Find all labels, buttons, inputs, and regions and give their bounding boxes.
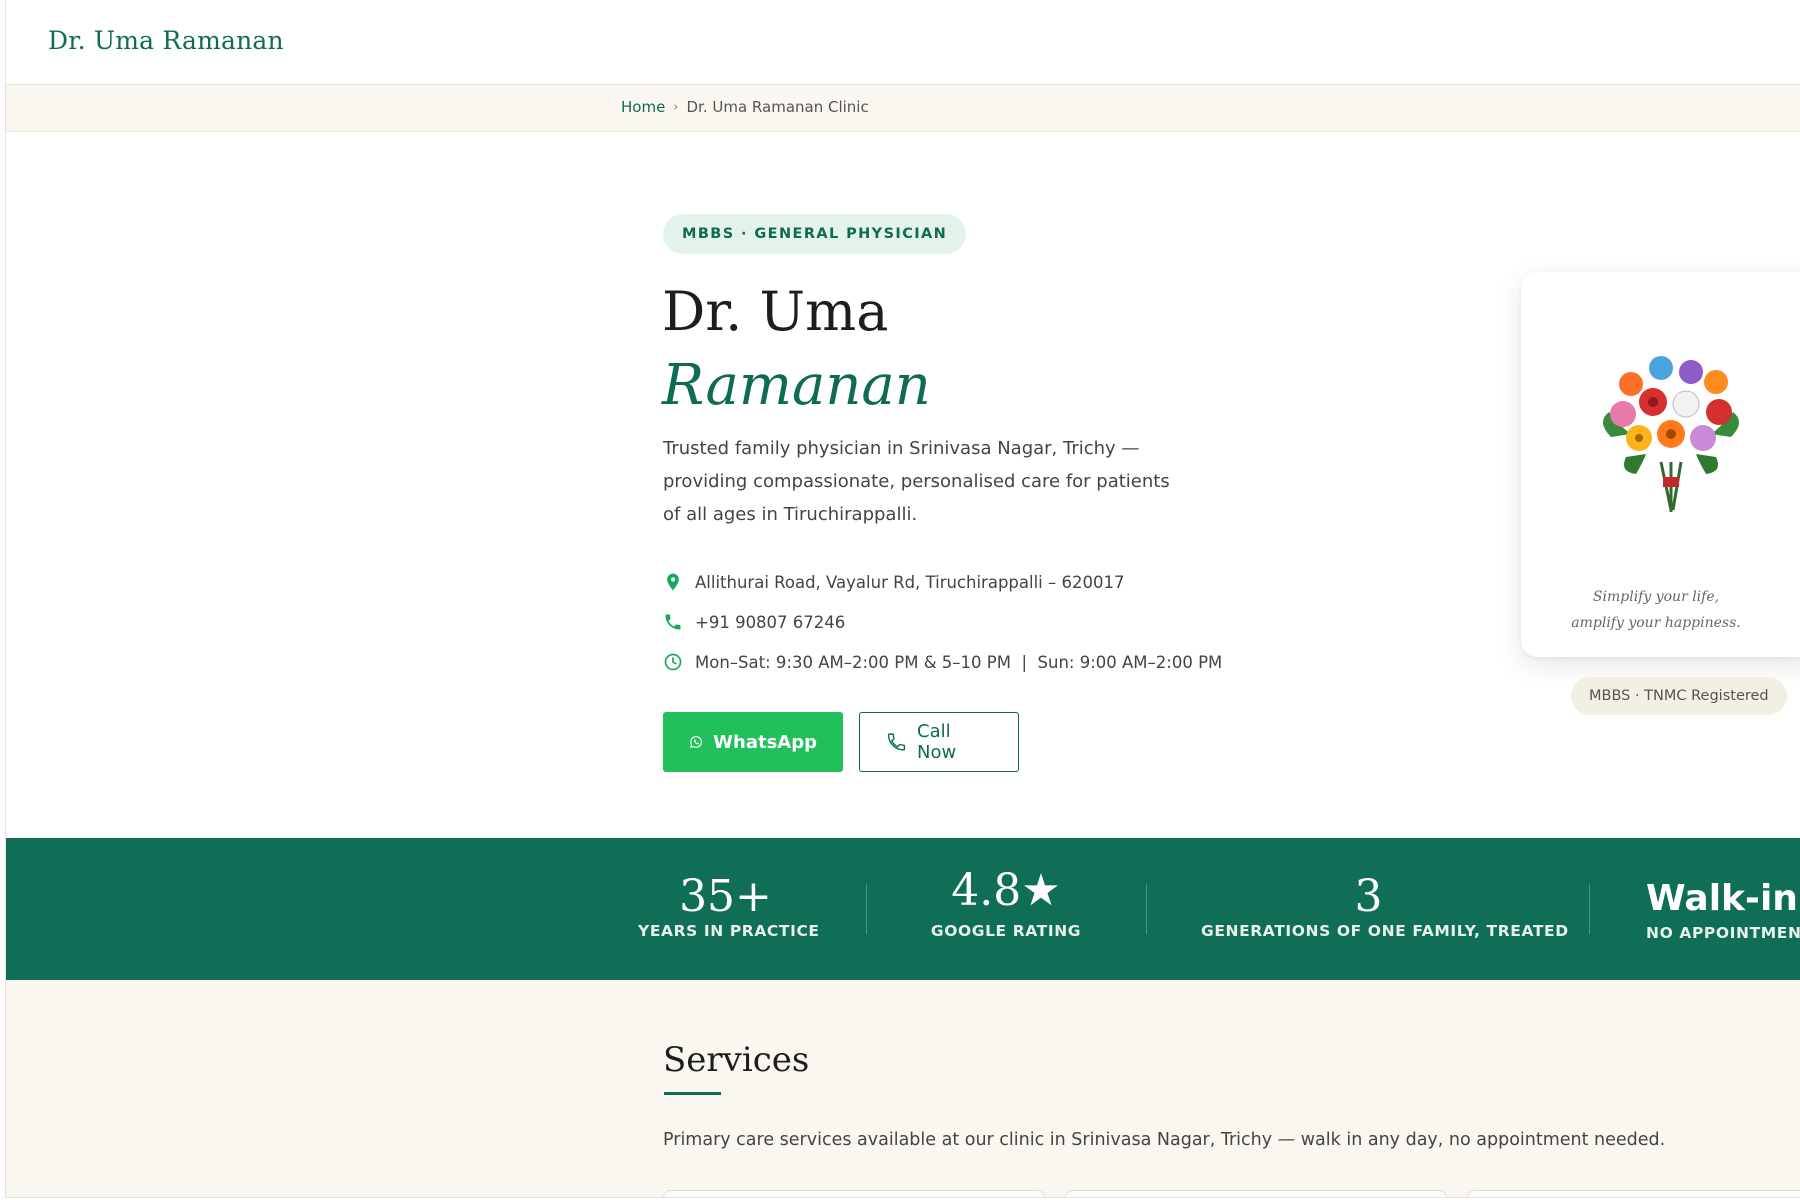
stat-walkin: Walk-in NO APPOINTMENT NEEDED <box>1646 838 1800 980</box>
doctor-name-line1: Dr. Uma <box>662 280 889 343</box>
contact-address: Allithurai Road, Vayalur Rd, Tiruchirapp… <box>663 562 1222 602</box>
stat-walkin-value: Walk-in <box>1646 878 1798 919</box>
service-card[interactable] <box>1065 1190 1447 1197</box>
hours-text: Mon–Sat: 9:30 AM–2:00 PM & 5–10 PM | Sun… <box>695 652 1223 672</box>
stat-rating-value: 4.8★ <box>951 865 1061 916</box>
call-now-button[interactable]: Call Now <box>859 712 1019 772</box>
whatsapp-button-label: WhatsApp <box>713 731 817 753</box>
hero-image-card: Simplify your life, amplify your happine… <box>1521 272 1800 657</box>
services-heading: Services <box>663 1040 810 1080</box>
card-tagline-line2: amplify your happiness. <box>1571 615 1741 631</box>
brand-logo-text[interactable]: Dr. Uma Ramanan <box>48 26 284 55</box>
stats-band: 35+ YEARS IN PRACTICE 4.8★ GOOGLE RATING… <box>6 838 1800 980</box>
services-heading-underline <box>664 1092 721 1095</box>
address-text: Allithurai Road, Vayalur Rd, Tiruchirapp… <box>695 572 1125 592</box>
phone-text[interactable]: +91 90807 67246 <box>695 613 845 632</box>
contact-hours: Mon–Sat: 9:30 AM–2:00 PM & 5–10 PM | Sun… <box>663 642 1222 682</box>
stat-rating-label: GOOGLE RATING <box>930 922 1082 940</box>
specialty-badge: MBBS · GENERAL PHYSICIAN <box>663 214 967 254</box>
contact-phone: +91 90807 67246 <box>663 602 1222 642</box>
service-card[interactable] <box>1467 1190 1800 1197</box>
clock-icon <box>664 653 682 671</box>
breadcrumb-separator: › <box>673 99 679 115</box>
stat-divider <box>1146 884 1147 934</box>
breadcrumb-bar: Home › Dr. Uma Ramanan Clinic <box>6 85 1800 132</box>
card-tagline-line1: Simplify your life, <box>1592 589 1720 605</box>
service-card[interactable] <box>663 1190 1045 1197</box>
stat-generations: 3 GENERATIONS OF ONE FAMILY, TREATED <box>1201 838 1569 980</box>
site-header: Dr. Uma Ramanan <box>6 0 1800 85</box>
stat-divider <box>866 884 867 934</box>
registration-chip: MBBS · TNMC Registered <box>1571 677 1787 715</box>
cta-buttons: WhatsApp Call Now <box>663 712 1019 772</box>
service-cards <box>663 1190 1800 1197</box>
breadcrumb: Home › Dr. Uma Ramanan Clinic <box>621 98 869 116</box>
services-intro: Primary care services available at our c… <box>663 1130 1666 1150</box>
stat-divider <box>1589 884 1590 934</box>
hero-section: MBBS · GENERAL PHYSICIAN Dr. Uma Ramanan… <box>6 132 1800 838</box>
whatsapp-icon <box>690 736 702 749</box>
stat-years: 35+ YEARS IN PRACTICE <box>638 838 820 980</box>
stat-years-value: 35+ <box>679 871 772 922</box>
hero-intro: Trusted family physician in Srinivasa Na… <box>663 438 1170 525</box>
doctor-name-line2: Ramanan <box>662 353 931 418</box>
contact-list: Allithurai Road, Vayalur Rd, Tiruchirapp… <box>663 562 1222 682</box>
stat-years-label: YEARS IN PRACTICE <box>638 922 820 940</box>
breadcrumb-current: Dr. Uma Ramanan Clinic <box>686 98 869 116</box>
stat-rating: 4.8★ GOOGLE RATING <box>921 838 1091 980</box>
stat-generations-label: GENERATIONS OF ONE FAMILY, TREATED <box>1201 922 1569 940</box>
phone-icon <box>665 614 681 630</box>
whatsapp-button[interactable]: WhatsApp <box>663 712 843 772</box>
card-tagline: Simplify your life, amplify your happine… <box>1521 584 1791 636</box>
page: Dr. Uma Ramanan Home › Dr. Uma Ramanan C… <box>5 0 1800 1198</box>
stat-generations-value: 3 <box>1354 871 1383 922</box>
breadcrumb-home-link[interactable]: Home <box>621 98 665 116</box>
phone-outline-icon <box>887 733 906 751</box>
services-section: Services Primary care services available… <box>6 980 1800 1197</box>
call-now-button-label: Call Now <box>917 721 957 763</box>
stat-walkin-label: NO APPOINTMENT NEEDED <box>1646 924 1800 942</box>
map-pin-icon <box>667 573 679 591</box>
flower-bouquet-illustration <box>1602 356 1740 512</box>
